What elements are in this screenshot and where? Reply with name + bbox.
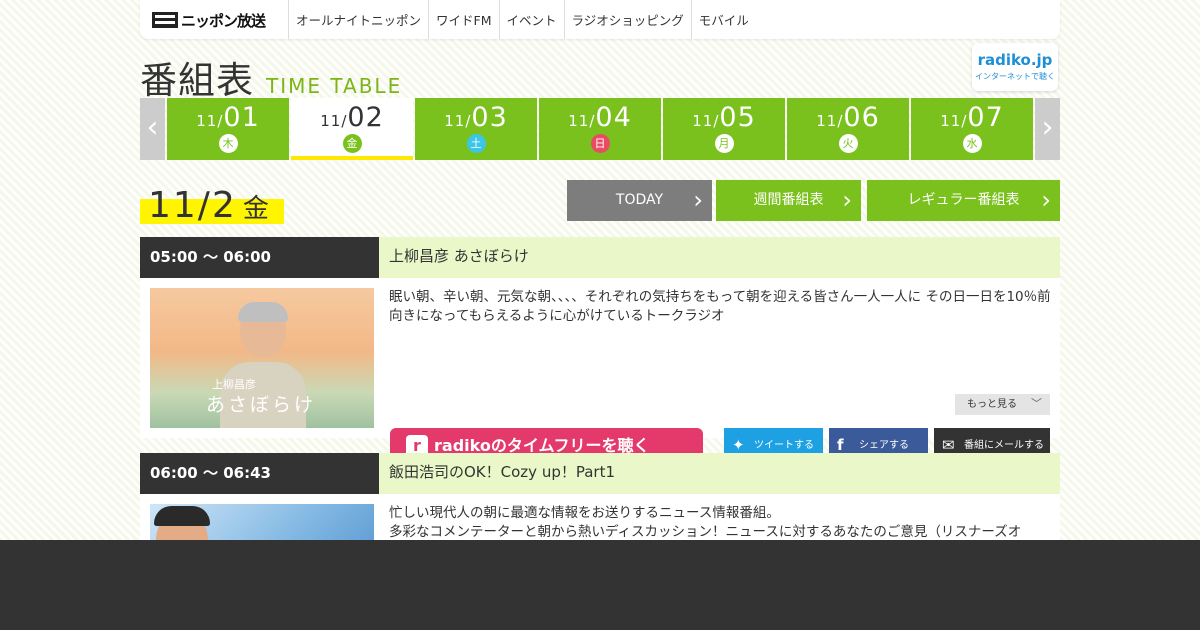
- today-button[interactable]: TODAY ›: [567, 180, 712, 221]
- program-title[interactable]: 飯田浩司のOK！Cozy up！Part1: [379, 453, 1060, 494]
- image-caption-large: あさぼらけ: [206, 394, 317, 416]
- weekday-badge: 金: [342, 134, 362, 153]
- date-tabs: ‹ 11/01 木 11/02 金 11/03 土 11/04 日 11/05 …: [140, 98, 1060, 160]
- weekly-timetable-label: 週間番組表: [753, 192, 824, 208]
- nav-link-radio-shopping[interactable]: ラジオショッピング: [563, 0, 691, 39]
- weekday-badge: 日: [590, 134, 610, 153]
- logo-mark-icon: [152, 12, 178, 28]
- current-weekday: 金: [242, 194, 269, 224]
- prev-week-arrow-icon[interactable]: ‹: [140, 98, 165, 160]
- program-body: 上柳昌彦 あさぼらけ 眠い朝、辛い朝、元気な朝、、、、それぞれの気持ちをもって朝…: [140, 278, 1060, 463]
- program-description: 眠い朝、辛い朝、元気な朝、、、、それぞれの気持ちをもって朝を迎える皆さん一人一人…: [389, 289, 1051, 324]
- tweet-button-label: ツイートする: [754, 440, 814, 451]
- program-header: 05:00 ～ 06:00 上柳昌彦 あさぼらけ: [140, 237, 1060, 278]
- program-time: 06:00 ～ 06:43: [140, 453, 379, 494]
- nav-link-mobile[interactable]: モバイル: [690, 0, 756, 39]
- chevron-right-icon: ›: [842, 186, 852, 214]
- weekday-badge: 土: [466, 134, 486, 153]
- program-body: 忙しい現代人の朝に最適な情報をお送りするニュース情報番組。 多彩なコメンテーター…: [140, 494, 1060, 630]
- top-nav: ニッポン放送 オールナイトニッポン ワイドFM イベント ラジオショッピング モ…: [140, 0, 1060, 39]
- radiko-logo-text: radiko.jp: [977, 51, 1053, 69]
- program-description: 忙しい現代人の朝に最適な情報をお送りするニュース情報番組。 多彩なコメンテーター…: [389, 505, 1022, 540]
- regular-timetable-label: レギュラー番組表: [907, 192, 1020, 208]
- program-title[interactable]: 上柳昌彦 あさぼらけ: [379, 237, 1060, 278]
- program-time: 05:00 ～ 06:00: [140, 237, 379, 278]
- date-tab-1101[interactable]: 11/01 木: [167, 98, 289, 160]
- chevron-right-icon: ›: [693, 186, 703, 214]
- date-tab-1104[interactable]: 11/04 日: [539, 98, 661, 160]
- weekly-timetable-button[interactable]: 週間番組表 ›: [716, 180, 861, 221]
- radiko-sub-text: インターネットで聴く: [975, 72, 1055, 81]
- page-title-jp: 番組表: [140, 59, 254, 102]
- mail-button-label: 番組にメールする: [964, 440, 1044, 451]
- chevron-right-icon: ›: [1041, 186, 1051, 214]
- date-tab-1106[interactable]: 11/06 火: [787, 98, 909, 160]
- radiko-link[interactable]: radiko.jp インターネットで聴く: [972, 43, 1058, 91]
- page-title-en: TIME TABLE: [266, 74, 403, 98]
- date-tab-1107[interactable]: 11/07 水: [911, 98, 1033, 160]
- weekday-badge: 木: [218, 134, 238, 153]
- site-logo[interactable]: ニッポン放送: [152, 11, 266, 30]
- today-button-label: TODAY: [615, 192, 664, 208]
- date-tab-1102[interactable]: 11/02 金: [291, 98, 413, 160]
- more-button-label: もっと見る: [967, 399, 1017, 410]
- more-button[interactable]: もっと見る ﹀: [955, 394, 1050, 415]
- chevron-down-icon: ﹀: [1031, 397, 1042, 410]
- page-title: 番組表 TIME TABLE: [140, 50, 402, 104]
- date-tab-1103[interactable]: 11/03 土: [415, 98, 537, 160]
- current-date: 11/2: [148, 185, 237, 226]
- share-button-label: シェアする: [859, 440, 909, 451]
- nav-link-event[interactable]: イベント: [498, 0, 564, 39]
- program-header: 06:00 ～ 06:43 飯田浩司のOK！Cozy up！Part1: [140, 453, 1060, 494]
- nav-link-widefm[interactable]: ワイドFM: [428, 0, 498, 39]
- current-date-heading: 11/2 金: [140, 185, 284, 226]
- weekday-badge: 水: [962, 134, 982, 153]
- logo-text: ニッポン放送: [181, 11, 266, 30]
- bottom-dark-overlay: [0, 540, 1200, 630]
- date-tab-1105[interactable]: 11/05 月: [663, 98, 785, 160]
- program-image[interactable]: 上柳昌彦 あさぼらけ: [150, 288, 374, 428]
- next-week-arrow-icon[interactable]: ›: [1035, 98, 1060, 160]
- regular-timetable-button[interactable]: レギュラー番組表 ›: [867, 180, 1060, 221]
- weekday-badge: 火: [838, 134, 858, 153]
- nav-link-allnightnippon[interactable]: オールナイトニッポン: [288, 0, 428, 39]
- weekday-badge: 月: [714, 134, 734, 153]
- nav-links: オールナイトニッポン ワイドFM イベント ラジオショッピング モバイル: [288, 0, 756, 39]
